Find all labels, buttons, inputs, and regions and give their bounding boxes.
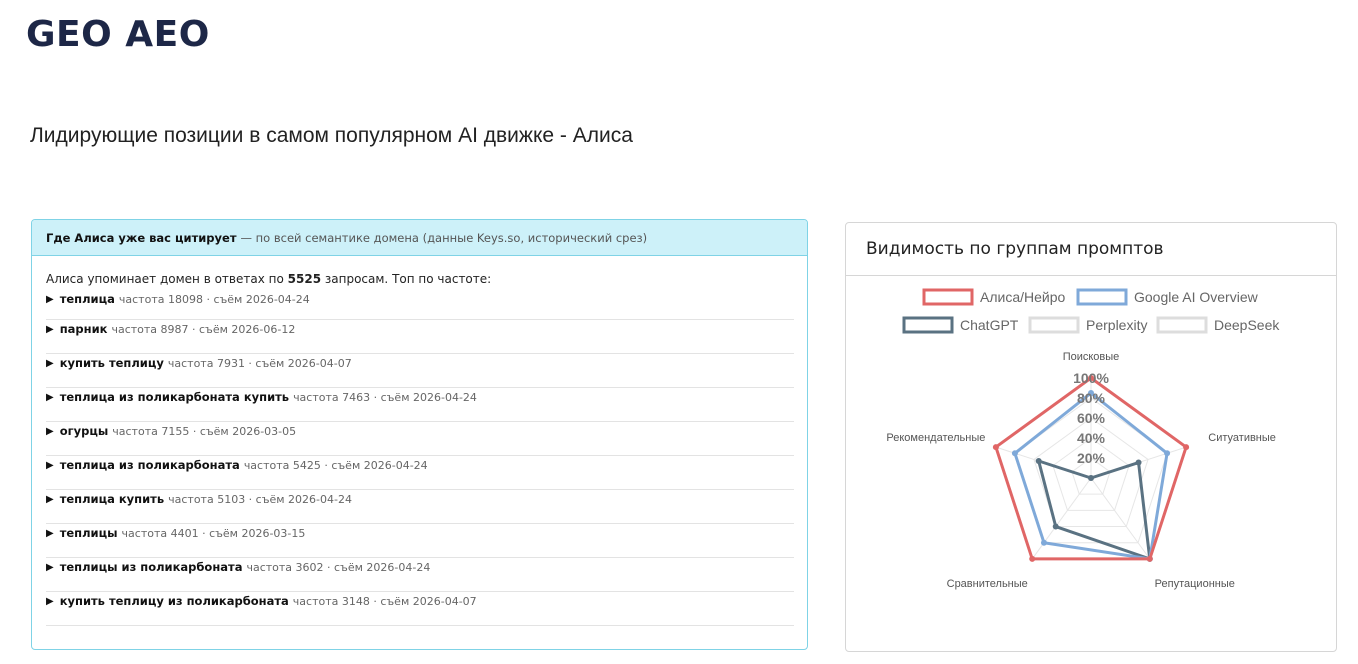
query-meta: частота 7463 · съём 2026-04-24 [293, 391, 477, 404]
legend-label: ChatGPT [960, 317, 1019, 333]
legend-label: Perplexity [1086, 317, 1147, 333]
radar-point [1052, 523, 1059, 530]
legend-label: DeepSeek [1214, 317, 1280, 333]
query-text: теплицы из поликарбоната [59, 560, 243, 574]
query-meta: частота 8987 · съём 2026-06-12 [111, 323, 296, 336]
radar-point [1040, 539, 1047, 546]
query-meta: частота 3148 · съём 2026-04-07 [292, 595, 477, 608]
expand-triangle-icon[interactable]: ▶ [46, 322, 54, 337]
radar-point [1029, 555, 1036, 562]
citations-card-header: Где Алиса уже вас цитирует — по всей сем… [32, 220, 807, 256]
citations-card: Где Алиса уже вас цитирует — по всей сем… [31, 219, 808, 650]
legend-swatch [1156, 316, 1208, 334]
radar-point [1035, 458, 1042, 465]
radar-tick-label: 40% [1077, 430, 1106, 446]
citations-intro-after: запросам. Топ по частоте: [324, 272, 492, 286]
query-item[interactable]: ▶ парник частота 8987 · съём 2026-06-12 [46, 320, 794, 354]
legend-swatch [922, 288, 974, 306]
query-text: теплицы [59, 526, 118, 540]
query-meta: частота 18098 · съём 2026-04-24 [118, 293, 310, 306]
expand-triangle-icon[interactable]: ▶ [46, 526, 54, 541]
expand-triangle-icon[interactable]: ▶ [46, 492, 54, 507]
radar-point [1011, 450, 1018, 457]
legend-label: Алиса/Нейро [980, 289, 1066, 305]
query-list: ▶ теплица частота 18098 · съём 2026-04-24 ▶… [46, 292, 794, 626]
query-item[interactable]: ▶ купить теплицу из поликарбоната частота … [46, 592, 794, 626]
visibility-card-title: Видимость по группам промптов [846, 223, 1336, 276]
query-text: купить теплицу из поликарбоната [59, 594, 289, 608]
radar-point [1183, 444, 1190, 451]
query-text: теплица из поликарбоната [59, 458, 240, 472]
radar-axis-label: Сравнительные [947, 578, 1028, 590]
radar-point [1146, 555, 1153, 562]
citations-card-body: Алиса упоминает домен в ответах по 5525 … [32, 256, 807, 626]
query-item[interactable]: ▶ теплица купить частота 5103 · съём 2026-… [46, 490, 794, 524]
legend-label: Google AI Overview [1134, 289, 1259, 305]
radar-axis-label: Поисковые [1063, 351, 1120, 363]
expand-triangle-icon[interactable]: ▶ [46, 594, 54, 609]
query-meta: частота 7931 · съём 2026-04-07 [167, 357, 352, 370]
query-item[interactable]: ▶ теплица частота 18098 · съём 2026-04-24 [46, 292, 794, 320]
query-item[interactable]: ▶ теплицы частота 4401 · съём 2026-03-15 [46, 524, 794, 558]
query-text: парник [59, 322, 108, 336]
citations-title-note: — по всей семантике домена (данные Keys.… [240, 230, 648, 245]
query-item[interactable]: ▶ теплицы из поликарбоната частота 3602 · … [46, 558, 794, 592]
radar-tick-label: 60% [1077, 410, 1106, 426]
query-text: теплица из поликарбоната купить [59, 390, 290, 404]
logo: GEO AEO [26, 14, 210, 55]
query-meta: частота 3602 · съём 2026-04-24 [246, 561, 431, 574]
radar-axis-label: Репутационные [1155, 578, 1235, 590]
query-text: теплица [59, 292, 115, 306]
legend-swatch [1076, 288, 1128, 306]
legend-swatch [1028, 316, 1080, 334]
expand-triangle-icon[interactable]: ▶ [46, 390, 54, 405]
radar-axis-label: Рекомендательные [886, 432, 985, 444]
query-text: купить теплицу [59, 356, 164, 370]
query-item[interactable]: ▶ купить теплицу частота 7931 · съём 2026-… [46, 354, 794, 388]
radar-point [1164, 450, 1171, 457]
query-text: теплица купить [59, 492, 165, 506]
radar-chart: Алиса/Нейро Google AI Overview ChatGPT Perp… [886, 288, 1280, 590]
expand-triangle-icon[interactable]: ▶ [46, 292, 54, 307]
radar-tick-label: 80% [1077, 390, 1106, 406]
radar-axis-label: Ситуативные [1208, 432, 1276, 444]
radar-point [992, 444, 999, 451]
radar-point [1135, 459, 1142, 466]
citations-intro-before: Алиса упоминает домен в ответах по [46, 272, 284, 286]
expand-triangle-icon[interactable]: ▶ [46, 458, 54, 473]
radar-tick-label: 100% [1073, 370, 1109, 386]
query-item[interactable]: ▶ теплица из поликарбоната частота 5425 · … [46, 456, 794, 490]
expand-triangle-icon[interactable]: ▶ [46, 424, 54, 439]
query-meta: частота 5425 · съём 2026-04-24 [243, 459, 428, 472]
query-meta: частота 7155 · съём 2026-03-05 [112, 425, 297, 438]
expand-triangle-icon[interactable]: ▶ [46, 356, 54, 371]
radar-tick-label: 20% [1077, 450, 1106, 466]
query-item[interactable]: ▶ теплица из поликарбоната купить частота … [46, 388, 794, 422]
query-item[interactable]: ▶ огурцы частота 7155 · съём 2026-03-05 [46, 422, 794, 456]
citations-count: 5525 [287, 272, 322, 286]
legend-swatch [902, 316, 954, 334]
expand-triangle-icon[interactable]: ▶ [46, 560, 54, 575]
query-meta: частота 4401 · съём 2026-03-15 [121, 527, 306, 540]
citations-title: Где Алиса уже вас цитирует [46, 230, 237, 245]
page-subtitle: Лидирующие позиции в самом популярном AI… [30, 124, 633, 147]
visibility-card: Видимость по группам промптов Алиса/Нейр… [845, 222, 1337, 652]
citations-intro: Алиса упоминает домен в ответах по 5525 … [46, 270, 793, 292]
radar-point [1088, 475, 1094, 481]
query-meta: частота 5103 · съём 2026-04-24 [168, 493, 352, 506]
query-text: огурцы [59, 424, 109, 438]
